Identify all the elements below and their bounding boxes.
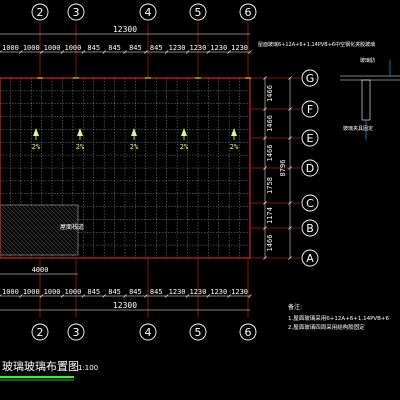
- top-dim-segment-label: 1000: [64, 44, 81, 52]
- row-axis-label: G: [306, 72, 315, 85]
- top-dim-segment-label: 1230: [189, 44, 206, 52]
- glass-roof-layout-drawing: 1000 1000 1000 1000 845 845 845 845 1230 1230 1230…: [0, 3, 400, 381]
- bottom-dim-segment-label: 1230: [169, 288, 186, 296]
- column-axis-bottom-label: 2: [37, 326, 44, 339]
- column-axis-top-label: 6: [245, 6, 252, 19]
- bottom-dim-segment-label: 1230: [231, 288, 248, 296]
- row-axis-label: E: [307, 132, 314, 145]
- bottom-dim-segment-label: 845: [129, 288, 142, 296]
- slope-label: 2%: [130, 143, 139, 151]
- top-dim-segment-label: 845: [108, 44, 121, 52]
- slope-arrow-head: [181, 128, 187, 136]
- slope-label: 2%: [230, 143, 239, 151]
- top-total-dim-label: 12300: [113, 25, 137, 34]
- top-dim-segment-label: 845: [129, 44, 142, 52]
- walkway-label: 屋面栈道: [60, 223, 84, 231]
- section-detail: 玻璃肋玻璃夹具固定: [340, 57, 400, 140]
- notes-title: 备注:: [288, 303, 302, 311]
- bottom-dim-segment-label: 1000: [23, 288, 40, 296]
- row-axis-label: A: [306, 252, 314, 265]
- top-dim-segment-label: 1000: [2, 44, 19, 52]
- bottom-total-dim-label: 12300: [113, 301, 137, 310]
- slope-label: 2%: [32, 143, 41, 151]
- column-axis-top-label: 2: [37, 6, 44, 19]
- note-item-2: 2.屋面玻璃四周采用结构胶固定: [288, 323, 365, 331]
- row-axis-label: F: [307, 103, 313, 116]
- drawing-title: 玻璃玻璃布置图: [2, 359, 79, 373]
- right-dim-segment-label: 1466: [266, 145, 274, 162]
- glass-spec-note: 屋面玻璃6+12A+6+1.14PVB+6中空钢化夹胶玻璃: [258, 41, 375, 48]
- slope-label: 2%: [76, 143, 85, 151]
- right-total-dim-label: 8796: [279, 160, 287, 177]
- row-axis-bubbles: G F E D CB A: [301, 69, 319, 267]
- bottom-dim-segment-label: 1230: [189, 288, 206, 296]
- bottom-dimension-chain: 40001000 1000 1000 1000 845 845 845 845 1230 1230…: [0, 266, 252, 311]
- top-dim-segment-label: 1230: [231, 44, 248, 52]
- row-axis-label: D: [306, 162, 314, 175]
- detail-glass-fin: [361, 79, 371, 121]
- bottom-dim-segment-label: 1230: [210, 288, 227, 296]
- top-dimension-chain: 1000 1000 1000 1000 845 845 845 845 1230 1230 1230…: [0, 25, 252, 54]
- column-axis-bottom-label: 5: [195, 326, 202, 339]
- column-axis-bottom-label: 3: [73, 326, 80, 339]
- top-dim-segment-label: 1000: [44, 44, 61, 52]
- column-axis-top-label: 5: [195, 6, 202, 19]
- drawing-scale: 1:100: [78, 364, 98, 372]
- top-dim-segment-label: 1000: [23, 44, 40, 52]
- column-axis-top-label: 3: [73, 6, 80, 19]
- bottom-dim-segment-label: 845: [87, 288, 100, 296]
- right-dim-segment-label: 1174: [266, 207, 274, 224]
- detail-label-top: 玻璃肋: [360, 57, 375, 64]
- slope-arrow-head: [77, 128, 83, 136]
- detail-label-side: 玻璃夹具固定: [343, 125, 373, 132]
- cad-drawing-canvas: 1000 1000 1000 1000 845 845 845 845 1230 1230 1230…: [0, 0, 400, 400]
- top-dim-segment-label: 845: [87, 44, 100, 52]
- note-item-1: 1.屋面玻璃采用6+12A+6+1.14PVB+6: [288, 314, 390, 322]
- slope-arrow-head: [231, 128, 237, 136]
- row-axis-label: C: [306, 197, 314, 210]
- bottom-dim-segment-label: 845: [108, 288, 121, 296]
- top-dim-segment-label: 845: [150, 44, 163, 52]
- bottom-dim-segment-label: 1000: [2, 288, 19, 296]
- bottom-partial-dim-label: 4000: [32, 266, 49, 274]
- bottom-dim-segment-label: 845: [150, 288, 163, 296]
- slope-arrow-head: [131, 128, 137, 136]
- bottom-dim-segment-label: 1000: [44, 288, 61, 296]
- column-axis-bottom-label: 6: [245, 326, 252, 339]
- top-dim-segment-label: 1230: [169, 44, 186, 52]
- right-dim-segment-label: 1466: [266, 235, 274, 252]
- top-dim-segment-label: 1230: [210, 44, 227, 52]
- column-axis-top-label: 4: [145, 6, 152, 19]
- bottom-dim-segment-label: 1000: [64, 288, 81, 296]
- right-dim-segment-label: 1466: [266, 115, 274, 132]
- right-dim-segment-label: 1758: [266, 177, 274, 194]
- slope-label: 2%: [180, 143, 189, 151]
- slope-arrow-head: [33, 128, 39, 136]
- right-dim-segment-label: 1466: [266, 85, 274, 102]
- row-axis-label: B: [306, 222, 314, 235]
- axis-lines: [39, 22, 300, 318]
- column-axis-bottom-label: 4: [145, 326, 152, 339]
